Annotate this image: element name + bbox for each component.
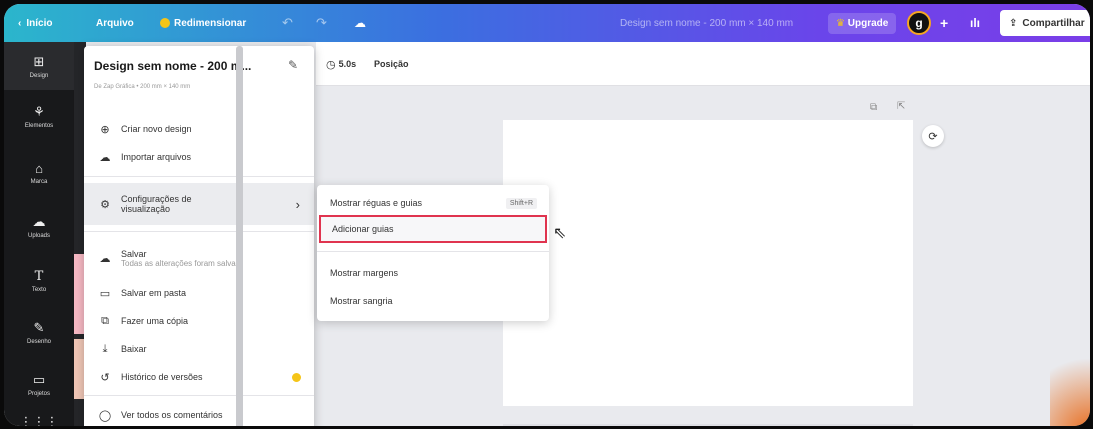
rail-item-projects[interactable]: ▭ Projetos bbox=[4, 372, 74, 397]
rail-item-uploads[interactable]: ☁ Uploads bbox=[4, 214, 74, 239]
menu-item-version-history[interactable]: ↺ Histórico de versões bbox=[84, 364, 314, 390]
back-button[interactable]: ‹ Início bbox=[18, 4, 52, 42]
draw-icon: ✎ bbox=[33, 320, 45, 335]
rail-item-elements[interactable]: ⚘ Elementos bbox=[4, 104, 74, 129]
copy-icon: ⧉ bbox=[101, 314, 109, 327]
menu-item-download[interactable]: ⤓ Baixar bbox=[84, 336, 314, 362]
folder-icon: ▭ bbox=[32, 372, 46, 387]
menu-item-copy[interactable]: ⧉ Fazer uma cópia bbox=[84, 308, 314, 334]
resize-button[interactable]: Redimensionar bbox=[160, 4, 246, 42]
share-button[interactable]: ⇪ Compartilhar bbox=[1000, 4, 1090, 42]
undo-icon[interactable]: ↶ bbox=[282, 4, 293, 42]
menu-scrollbar[interactable] bbox=[236, 46, 243, 426]
file-menu: Design sem nome - 200 m... ✎ De Zap Gráf… bbox=[84, 46, 314, 426]
cloud-upload-icon: ☁ bbox=[99, 151, 111, 164]
position-button[interactable]: Posição bbox=[374, 42, 409, 86]
pencil-icon[interactable]: ✎ bbox=[288, 58, 298, 72]
menu-divider bbox=[84, 231, 314, 232]
chevron-left-icon: ‹ bbox=[18, 17, 22, 29]
shapes-icon: ⚘ bbox=[33, 104, 45, 119]
submenu-divider bbox=[317, 251, 549, 252]
text-icon: T bbox=[34, 268, 44, 284]
gear-icon: ⚙ bbox=[100, 198, 110, 211]
folder-icon: ▭ bbox=[99, 287, 111, 300]
download-icon: ⤓ bbox=[102, 342, 108, 355]
share-icon: ⇪ bbox=[1009, 17, 1018, 29]
template-thumbnail[interactable] bbox=[74, 254, 84, 334]
plus-square-icon: ⊕ bbox=[100, 123, 110, 136]
app-window: ‹ Início Arquivo Redimensionar ↶ ↷ ☁ Des… bbox=[4, 4, 1090, 426]
cloud-save-icon[interactable]: ☁ bbox=[354, 4, 366, 42]
editor-toolbar: ◷ 5.0s Posição bbox=[316, 42, 1090, 86]
comment-icon: ◯ bbox=[98, 409, 112, 422]
document-title[interactable]: Design sem nome - 200 mm × 140 mm bbox=[620, 4, 793, 42]
submenu-item-show-rulers[interactable]: Mostrar réguas e guias Shift+R bbox=[317, 189, 549, 217]
next-page[interactable] bbox=[503, 424, 913, 426]
template-thumbnail[interactable] bbox=[74, 339, 84, 399]
top-bar: ‹ Início Arquivo Redimensionar ↶ ↷ ☁ Des… bbox=[4, 4, 1090, 42]
submenu-item-add-guides[interactable]: Adicionar guias bbox=[319, 215, 547, 243]
rail-item-apps[interactable]: ⋮⋮⋮ bbox=[4, 414, 74, 426]
menu-item-comments[interactable]: ◯ Ver todos os comentários bbox=[84, 402, 314, 426]
add-page-icon[interactable]: ⇱ bbox=[897, 101, 905, 112]
rail-item-design[interactable]: ⊞ Design bbox=[4, 42, 74, 90]
chevron-right-icon: › bbox=[295, 196, 300, 212]
upgrade-button[interactable]: ♛ Upgrade bbox=[828, 4, 897, 42]
file-menu-button[interactable]: Arquivo bbox=[96, 4, 134, 42]
menu-item-import[interactable]: ☁ Importar arquivos bbox=[84, 144, 314, 170]
menu-design-title[interactable]: Design sem nome - 200 m... bbox=[94, 59, 251, 73]
rail-item-brand[interactable]: ⌂ Marca bbox=[4, 160, 74, 186]
submenu-item-show-bleed[interactable]: Mostrar sangria bbox=[317, 287, 549, 315]
clock-icon: ◷ bbox=[326, 58, 336, 71]
menu-item-save-folder[interactable]: ▭ Salvar em pasta bbox=[84, 280, 314, 306]
rail-item-text[interactable]: T Texto bbox=[4, 268, 74, 294]
design-canvas[interactable] bbox=[503, 120, 913, 406]
mouse-cursor-icon: ⇖ bbox=[553, 225, 567, 242]
apps-grid-icon: ⋮⋮⋮ bbox=[19, 414, 59, 426]
avatar[interactable]: g bbox=[907, 4, 931, 42]
analytics-icon[interactable]: ılı bbox=[970, 4, 980, 42]
brand-icon: ⌂ bbox=[35, 160, 43, 176]
left-rail: ⊞ Design ⚘ Elementos ⌂ Marca ☁ Uploads T… bbox=[4, 42, 74, 426]
menu-item-save[interactable]: ☁ Salvar Todas as alterações foram salva… bbox=[84, 240, 314, 276]
history-icon: ↺ bbox=[100, 371, 110, 384]
submenu-item-show-margins[interactable]: Mostrar margens bbox=[317, 259, 549, 287]
menu-design-subtitle: De Zap Gráfica • 200 mm × 140 mm bbox=[94, 84, 191, 90]
layout-icon: ⊞ bbox=[33, 53, 45, 69]
upload-icon: ☁ bbox=[32, 214, 46, 229]
menu-item-view-settings[interactable]: ⚙ Configurações de visualização › bbox=[84, 183, 314, 225]
crown-icon bbox=[160, 18, 170, 28]
view-settings-submenu: Mostrar réguas e guias Shift+R Adicionar… bbox=[317, 185, 549, 321]
menu-divider bbox=[84, 176, 314, 177]
redo-icon[interactable]: ↷ bbox=[316, 4, 327, 42]
cloud-check-icon: ☁ bbox=[99, 252, 111, 265]
crown-icon: ♛ bbox=[836, 17, 848, 29]
rail-item-draw[interactable]: ✎ Desenho bbox=[4, 320, 74, 345]
decorative-glow bbox=[1050, 334, 1090, 426]
refresh-icon[interactable]: ⟳ bbox=[922, 125, 944, 147]
duplicate-page-icon[interactable]: ⧉ bbox=[870, 102, 877, 113]
add-collaborator-button[interactable]: + bbox=[940, 4, 948, 42]
menu-divider bbox=[84, 395, 314, 396]
menu-item-new-design[interactable]: ⊕ Criar novo design bbox=[84, 116, 314, 142]
duration-button[interactable]: ◷ 5.0s bbox=[326, 42, 356, 86]
premium-badge bbox=[292, 373, 301, 382]
